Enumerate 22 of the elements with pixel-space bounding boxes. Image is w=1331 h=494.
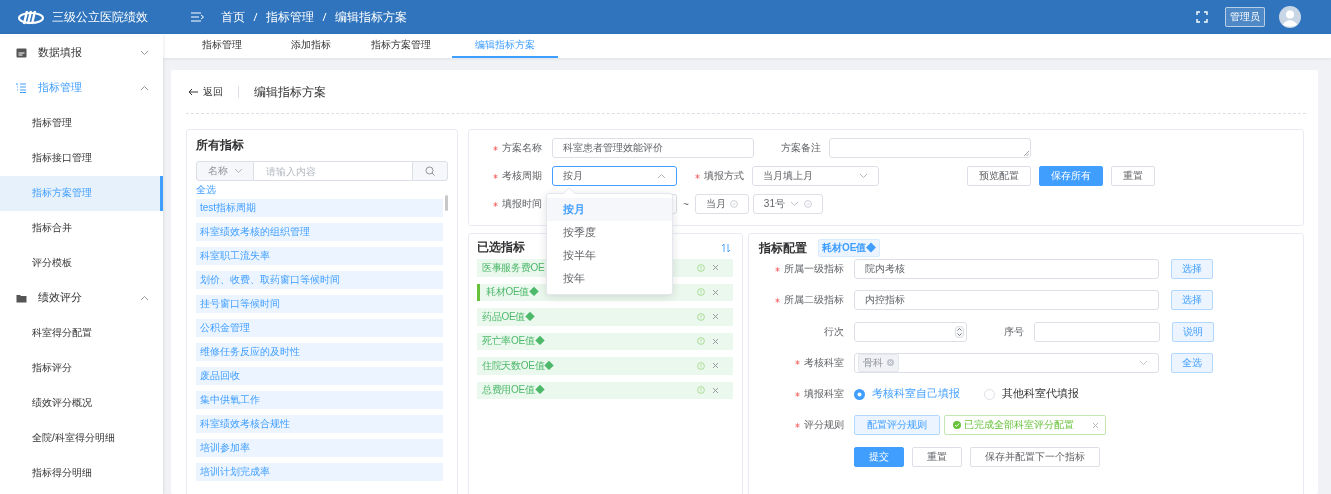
field-label: 序号 (1004, 324, 1024, 339)
user-role-badge: 管理员 (1225, 7, 1265, 27)
field-label: 所属一级指标 (784, 262, 844, 276)
field-label: 填报时间 (502, 197, 542, 211)
department-tag: 骨科 (858, 353, 899, 372)
indicator-tag: 耗材OE值◆ (818, 239, 881, 257)
field-label: 方案备注 (781, 141, 821, 155)
field-label: 考核科室 (804, 355, 844, 370)
app-title: 三级公立医院绩效 (52, 8, 149, 26)
field-label: 填报方式 (704, 169, 744, 183)
field-label: 行次 (824, 324, 844, 339)
field-label: 方案名称 (502, 141, 542, 155)
panel-title: 所有指标 (196, 137, 245, 154)
panel-title: 已选指标 (477, 239, 525, 256)
page-title: 编辑指标方案 (254, 84, 326, 100)
field-label: 所属二级指标 (784, 293, 844, 308)
status-tag: 已完成全部科室评分配置 (944, 415, 1106, 436)
field-label: 填报科室 (804, 387, 844, 402)
range-separator: ~ (683, 198, 689, 210)
field-label: 评分规则 (804, 418, 844, 433)
panel-title: 指标配置 (759, 239, 807, 257)
field-label: 考核周期 (502, 169, 542, 183)
